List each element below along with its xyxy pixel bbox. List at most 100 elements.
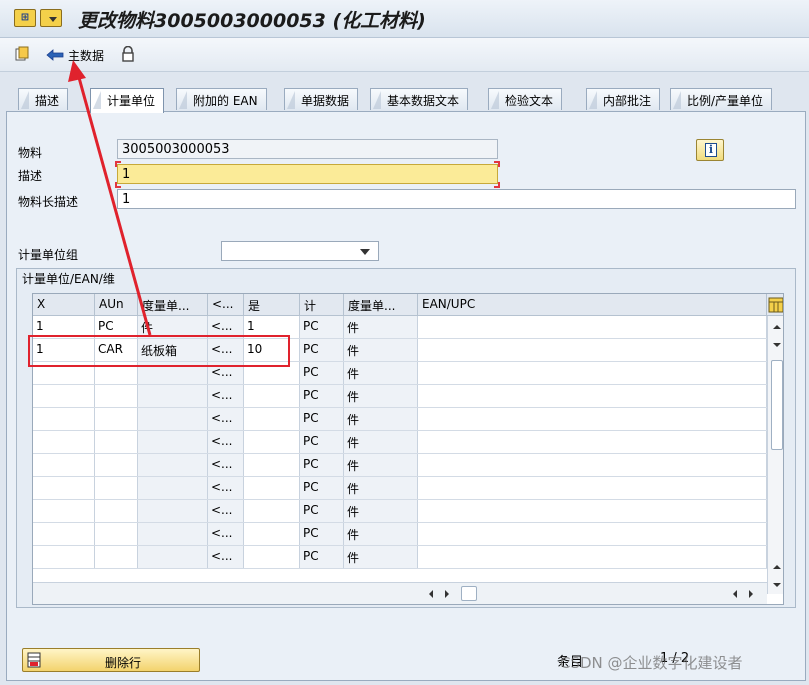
cell-yes[interactable]	[244, 546, 300, 568]
delete-row-label: 删除行	[105, 656, 142, 670]
system-menu-dropdown[interactable]	[40, 9, 62, 27]
hscroll-thumb[interactable]	[461, 586, 477, 601]
col-header-base-uom[interactable]: 度量单...	[344, 294, 418, 316]
scroll-left-icon[interactable]	[729, 587, 741, 601]
lock-icon[interactable]	[120, 46, 136, 62]
cell-lt: <...	[208, 454, 244, 476]
cell-ean[interactable]	[418, 477, 767, 499]
cell-yes[interactable]	[244, 500, 300, 522]
cell-ean[interactable]	[418, 408, 767, 430]
cell-yes[interactable]	[244, 454, 300, 476]
tab-proportion-product-unit[interactable]: 比例/产量单位	[670, 88, 773, 110]
scroll-thumb[interactable]	[771, 360, 783, 450]
uom-group-select[interactable]	[221, 241, 379, 261]
watermark-text: CSDN @企业数字化建设者	[560, 654, 743, 672]
cell-x[interactable]	[33, 500, 95, 522]
tab-internal-comment[interactable]: 内部批注	[586, 88, 661, 110]
other-material-icon[interactable]	[14, 46, 30, 62]
scroll-left-icon[interactable]	[425, 587, 437, 601]
cell-ean[interactable]	[418, 339, 767, 361]
col-header-x[interactable]: X	[33, 294, 95, 316]
tab-additional-ean[interactable]: 附加的 EAN	[176, 88, 267, 110]
delete-row-button[interactable]: 删除行	[22, 648, 200, 672]
cell-yes[interactable]	[244, 431, 300, 453]
col-header-yes[interactable]: 是	[244, 294, 300, 316]
cell-base-uom: 件	[344, 385, 418, 407]
cell-yes[interactable]	[244, 385, 300, 407]
col-header-aun[interactable]: AUn	[95, 294, 138, 316]
cell-yes[interactable]	[244, 477, 300, 499]
cell-x[interactable]	[33, 523, 95, 545]
cell-uom-text	[138, 454, 208, 476]
table-vertical-scrollbar[interactable]	[767, 316, 784, 594]
tab-basic-data-text[interactable]: 基本数据文本	[370, 88, 469, 110]
table-row[interactable]: <... PC 件	[33, 431, 767, 454]
cell-ean[interactable]	[418, 500, 767, 522]
table-row[interactable]: <... PC 件	[33, 477, 767, 500]
cell-aun[interactable]	[95, 500, 138, 522]
cell-x[interactable]	[33, 454, 95, 476]
scroll-up-icon[interactable]	[770, 560, 784, 574]
cell-yes[interactable]	[244, 523, 300, 545]
tab-units-of-measure[interactable]: 计量单位	[90, 88, 165, 113]
description-field[interactable]: 1	[117, 164, 498, 184]
title-bar: ⊞ 更改物料3005003000053 (化工材料)	[0, 0, 809, 38]
cell-yes[interactable]	[244, 408, 300, 430]
table-row[interactable]: <... PC 件	[33, 385, 767, 408]
col-header-uom-text[interactable]: 度量单...	[138, 294, 208, 316]
tab-strip: 描述 计量单位 附加的 EAN 单据数据 基本数据文本 检验文本 内部批注 比例…	[18, 88, 798, 113]
cell-ean[interactable]	[418, 362, 767, 384]
table-row[interactable]: <... PC 件	[33, 500, 767, 523]
cell-ean[interactable]	[418, 385, 767, 407]
table-row[interactable]: <... PC 件	[33, 523, 767, 546]
scroll-right-icon[interactable]	[441, 587, 453, 601]
cell-ean[interactable]	[418, 431, 767, 453]
tab-description[interactable]: 描述	[18, 88, 69, 110]
col-header-calc[interactable]: 计	[300, 294, 344, 316]
cell-aun[interactable]	[95, 454, 138, 476]
cell-aun[interactable]	[95, 546, 138, 568]
info-button[interactable]: i	[696, 139, 724, 161]
sap-system-icon[interactable]: ⊞	[14, 9, 36, 27]
cell-base-uom: 件	[344, 431, 418, 453]
cell-x[interactable]	[33, 477, 95, 499]
cell-x[interactable]	[33, 385, 95, 407]
col-header-lt[interactable]: <...	[208, 294, 244, 316]
scroll-right-icon[interactable]	[745, 587, 757, 601]
cell-ean[interactable]	[418, 316, 767, 338]
cell-x[interactable]	[33, 408, 95, 430]
cell-base-uom: 件	[344, 523, 418, 545]
cell-base-uom: 件	[344, 339, 418, 361]
cell-aun[interactable]	[95, 408, 138, 430]
focus-corner	[494, 161, 500, 167]
cell-x[interactable]	[33, 431, 95, 453]
cell-ean[interactable]	[418, 546, 767, 568]
table-horizontal-scrollbar[interactable]	[33, 582, 767, 604]
cell-x[interactable]	[33, 546, 95, 568]
cell-lt: <...	[208, 546, 244, 568]
cell-aun[interactable]	[95, 385, 138, 407]
cell-calc: PC	[300, 477, 344, 499]
table-settings-icon[interactable]	[768, 297, 784, 313]
long-description-field[interactable]: 1	[117, 189, 796, 209]
cell-calc: PC	[300, 339, 344, 361]
group-title: 计量单位/EAN/维	[22, 272, 115, 286]
cell-ean[interactable]	[418, 523, 767, 545]
table-row[interactable]: <... PC 件	[33, 546, 767, 569]
scroll-down-icon[interactable]	[770, 578, 784, 592]
tab-inspection-text[interactable]: 检验文本	[488, 88, 563, 110]
tab-document-data[interactable]: 单据数据	[284, 88, 359, 110]
scroll-up-icon[interactable]	[770, 320, 784, 334]
cell-aun[interactable]	[95, 523, 138, 545]
material-field[interactable]: 3005003000053	[117, 139, 498, 159]
cell-aun[interactable]	[95, 431, 138, 453]
arrow-left-icon	[46, 49, 64, 61]
cell-base-uom: 件	[344, 316, 418, 338]
cell-ean[interactable]	[418, 454, 767, 476]
table-row[interactable]: <... PC 件	[33, 454, 767, 477]
scroll-down-icon[interactable]	[770, 338, 784, 352]
col-header-ean[interactable]: EAN/UPC	[418, 294, 767, 316]
table-row[interactable]: <... PC 件	[33, 408, 767, 431]
master-data-button[interactable]: 主数据	[46, 45, 104, 65]
cell-aun[interactable]	[95, 477, 138, 499]
